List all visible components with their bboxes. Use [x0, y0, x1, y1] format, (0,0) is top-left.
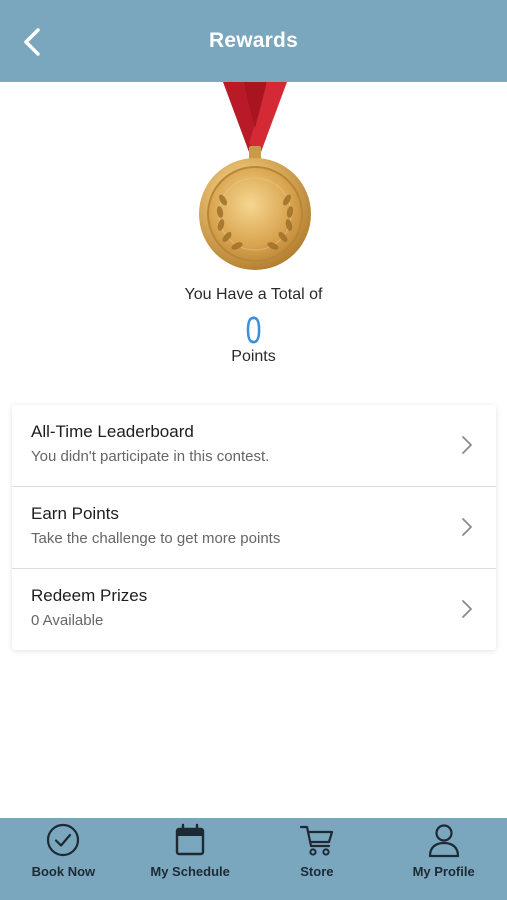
page-title: Rewards: [209, 29, 298, 52]
header-bar: Rewards: [0, 0, 507, 82]
rewards-menu-card: All-Time Leaderboard You didn't particip…: [12, 405, 496, 650]
tab-label: My Profile: [412, 864, 475, 879]
earn-points-row[interactable]: Earn Points Take the challenge to get mo…: [12, 487, 496, 569]
row-title: All-Time Leaderboard: [31, 422, 194, 441]
points-total-label: You Have a Total of: [184, 286, 323, 303]
points-value: 0: [245, 310, 262, 352]
row-title: Redeem Prizes: [31, 586, 148, 605]
bottom-tab-bar: Book Now My Schedule Store My Profile: [0, 818, 507, 900]
row-subtitle: 0 Available: [31, 612, 104, 629]
row-subtitle: You didn't participate in this contest.: [31, 448, 270, 465]
tab-my-schedule[interactable]: My Schedule: [127, 818, 254, 900]
points-summary: You Have a Total of 0 Points: [0, 284, 507, 368]
chevron-right-icon: [462, 600, 472, 618]
redeem-prizes-row[interactable]: Redeem Prizes 0 Available: [12, 569, 496, 651]
user-icon: [428, 824, 459, 858]
back-button[interactable]: [14, 22, 50, 62]
chevron-left-icon: [24, 28, 40, 56]
tab-store[interactable]: Store: [254, 818, 381, 900]
tab-my-profile[interactable]: My Profile: [380, 818, 507, 900]
tab-label: Store: [300, 864, 334, 879]
check-circle-icon: [47, 823, 80, 857]
row-title: Earn Points: [31, 504, 119, 523]
leaderboard-row[interactable]: All-Time Leaderboard You didn't particip…: [12, 405, 496, 487]
chevron-right-icon: [462, 518, 472, 536]
tab-book-now[interactable]: Book Now: [0, 818, 127, 900]
cart-icon: [299, 825, 333, 856]
tab-label: My Schedule: [150, 864, 230, 879]
gold-medal-icon: [199, 82, 311, 270]
tab-label: Book Now: [31, 864, 96, 879]
calendar-icon: [175, 823, 205, 856]
chevron-right-icon: [462, 436, 472, 454]
row-subtitle: Take the challenge to get more points: [31, 530, 281, 547]
